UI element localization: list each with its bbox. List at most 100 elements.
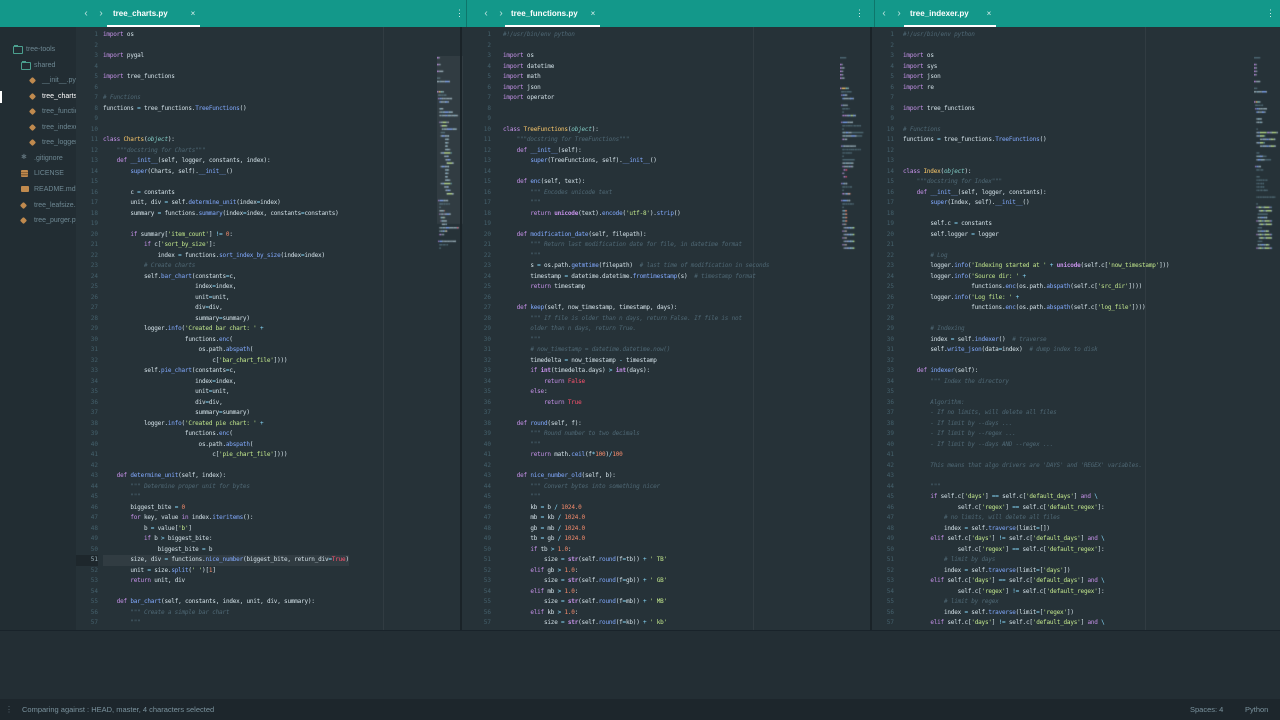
- code-line[interactable]: biggest_bite = b: [103, 545, 349, 556]
- status-menu-icon[interactable]: ⋮: [5, 705, 13, 714]
- code-line[interactable]: """: [503, 335, 769, 346]
- sidebar-item-tree-purger-py[interactable]: tree_purger.py: [0, 213, 76, 228]
- code-line[interactable]: index = self.traverse(limit=['days']): [903, 566, 1169, 577]
- code-line[interactable]: def __init__(self, logger, constants, in…: [103, 156, 349, 167]
- code-line[interactable]: c = constants: [103, 188, 349, 199]
- sidebar-item-license[interactable]: LICENSE: [0, 166, 76, 181]
- code-line[interactable]: import re: [903, 83, 1169, 94]
- code-line[interactable]: """: [503, 440, 769, 451]
- code-line[interactable]: #!/usr/bin/env python: [903, 30, 1169, 41]
- sidebar-item-tree-functions-py[interactable]: tree_functions.py: [0, 104, 76, 119]
- code-line[interactable]: if b > biggest_bite:: [103, 534, 349, 545]
- code-line[interactable]: index = self.indexer() # traverse: [903, 335, 1169, 346]
- code-line[interactable]: elif self.c['days'] != self.c['default_d…: [903, 534, 1169, 545]
- code-line[interactable]: # Indexing: [903, 324, 1169, 335]
- code-line[interactable]: [103, 41, 349, 52]
- code-line[interactable]: # Create charts: [103, 261, 349, 272]
- code-line[interactable]: Algorithm:: [903, 398, 1169, 409]
- code-line[interactable]: [103, 114, 349, 125]
- code-line[interactable]: gb = mb / 1024.0: [503, 524, 769, 535]
- code-line[interactable]: s = os.path.getmtime(filepath) # last ti…: [503, 261, 769, 272]
- code-line[interactable]: super(Charts, self).__init__(): [103, 167, 349, 178]
- code-line[interactable]: unit=unit,: [103, 387, 349, 398]
- code-line[interactable]: logger.info('Created bar chart: ' +: [103, 324, 349, 335]
- code-line[interactable]: c['pie_chart_file']))): [103, 450, 349, 461]
- code-line[interactable]: if int(timedelta.days) > int(days):: [503, 366, 769, 377]
- code-line[interactable]: [503, 41, 769, 52]
- code-line[interactable]: # Functions: [903, 125, 1169, 136]
- code-line[interactable]: super(TreeFunctions, self).__init__(): [503, 156, 769, 167]
- code-line[interactable]: summary = functions.summary(index=index,…: [103, 209, 349, 220]
- code-line[interactable]: os.path.abspath(: [103, 440, 349, 451]
- code-area-tree_indexer.py[interactable]: #!/usr/bin/env python import osimport sy…: [903, 27, 1169, 629]
- code-line[interactable]: index = self.traverse(limit=[]): [903, 524, 1169, 535]
- pane-divider[interactable]: [460, 27, 462, 630]
- code-line[interactable]: div=div,: [103, 303, 349, 314]
- code-line[interactable]: functions = tree_functions.TreeFunctions…: [903, 135, 1169, 146]
- code-line[interactable]: self.c['regex'] == self.c['default_regex…: [903, 503, 1169, 514]
- code-line[interactable]: index = self.traverse(limit=['regex']): [903, 608, 1169, 619]
- code-line[interactable]: index = functions.sort_index_by_size(ind…: [103, 251, 349, 262]
- code-line[interactable]: import tree_functions: [103, 72, 349, 83]
- code-line[interactable]: [103, 587, 349, 598]
- code-line[interactable]: if tb > 1.0:: [503, 545, 769, 556]
- code-line[interactable]: """: [503, 198, 769, 209]
- code-line[interactable]: """ Round number to two decimals: [503, 429, 769, 440]
- code-line[interactable]: [503, 114, 769, 125]
- code-line[interactable]: [103, 219, 349, 230]
- code-line[interactable]: [903, 314, 1169, 325]
- code-line[interactable]: def indexer(self):: [903, 366, 1169, 377]
- sidebar-item-tree-charts-py[interactable]: tree_charts.py: [0, 89, 76, 104]
- code-line[interactable]: """ Index the directory: [903, 377, 1169, 388]
- code-line[interactable]: elif self.c['days'] != self.c['default_d…: [903, 618, 1169, 629]
- code-line[interactable]: [503, 219, 769, 230]
- code-line[interactable]: if self.c['days'] == self.c['default_day…: [903, 492, 1169, 503]
- code-line[interactable]: """ Convert bytes into something nicer: [503, 482, 769, 493]
- code-line[interactable]: """: [503, 251, 769, 262]
- minimap-tree_indexer.py[interactable]: [1254, 56, 1280, 356]
- code-line[interactable]: import pygal: [103, 51, 349, 62]
- code-area-tree_functions.py[interactable]: #!/usr/bin/env python import osimport da…: [503, 27, 769, 629]
- code-line[interactable]: class TreeFunctions(object):: [503, 125, 769, 136]
- code-line[interactable]: [103, 125, 349, 136]
- syntax-status[interactable]: Python: [1245, 705, 1268, 714]
- code-line[interactable]: self.logger = logger: [903, 230, 1169, 241]
- code-line[interactable]: summary=summary): [103, 314, 349, 325]
- code-line[interactable]: [903, 93, 1169, 104]
- code-line[interactable]: div=div,: [103, 398, 349, 409]
- code-line[interactable]: """ Encodes unicode text: [503, 188, 769, 199]
- code-line[interactable]: # limit by days: [903, 555, 1169, 566]
- code-line[interactable]: if summary['item_count'] != 0:: [103, 230, 349, 241]
- next-tab-icon[interactable]: ›: [95, 0, 107, 27]
- code-line[interactable]: kb = b / 1024.0: [503, 503, 769, 514]
- code-line[interactable]: - If limit by --days ...: [903, 419, 1169, 430]
- code-line[interactable]: return False: [503, 377, 769, 388]
- code-line[interactable]: return unit, div: [103, 576, 349, 587]
- code-line[interactable]: unit, div = self.determine_unit(index=in…: [103, 198, 349, 209]
- code-area-tree_charts.py[interactable]: import os import pygal import tree_funct…: [103, 27, 349, 629]
- sidebar-item--init-py[interactable]: __init__.py: [0, 73, 76, 88]
- code-line[interactable]: size = str(self.round(f=mb)) + ' MB': [503, 597, 769, 608]
- code-line[interactable]: import datetime: [503, 62, 769, 73]
- code-line[interactable]: [103, 461, 349, 472]
- tab-tree-charts[interactable]: tree_charts.py ×: [107, 0, 200, 27]
- code-line[interactable]: size = str(self.round(f=gb)) + ' GB': [503, 576, 769, 587]
- code-line[interactable]: This means that algo drivers are 'DAYS' …: [903, 461, 1169, 472]
- code-line[interactable]: """ Return last modification date for fi…: [503, 240, 769, 251]
- code-line[interactable]: [903, 41, 1169, 52]
- prev-tab-icon[interactable]: ‹: [480, 0, 492, 27]
- code-line[interactable]: import json: [903, 72, 1169, 83]
- tab-tree-functions[interactable]: tree_functions.py ×: [505, 0, 600, 27]
- code-line[interactable]: c['bar_chart_file']))): [103, 356, 349, 367]
- code-line[interactable]: index=index,: [103, 282, 349, 293]
- sidebar-item--gitignore[interactable]: ✱.gitignore: [0, 151, 76, 166]
- code-line[interactable]: if c['sort_by_size']:: [103, 240, 349, 251]
- sidebar-item-tree-leafsize-py[interactable]: tree_leafsize.py: [0, 198, 76, 213]
- code-line[interactable]: [503, 461, 769, 472]
- code-line[interactable]: def modification_date(self, filepath):: [503, 230, 769, 241]
- code-line[interactable]: # now_timestamp = datetime.datetime.now(…: [503, 345, 769, 356]
- code-line[interactable]: [503, 104, 769, 115]
- code-line[interactable]: [903, 240, 1169, 251]
- code-line[interactable]: - If limit by --days AND --regex ...: [903, 440, 1169, 451]
- close-icon[interactable]: ×: [588, 0, 598, 27]
